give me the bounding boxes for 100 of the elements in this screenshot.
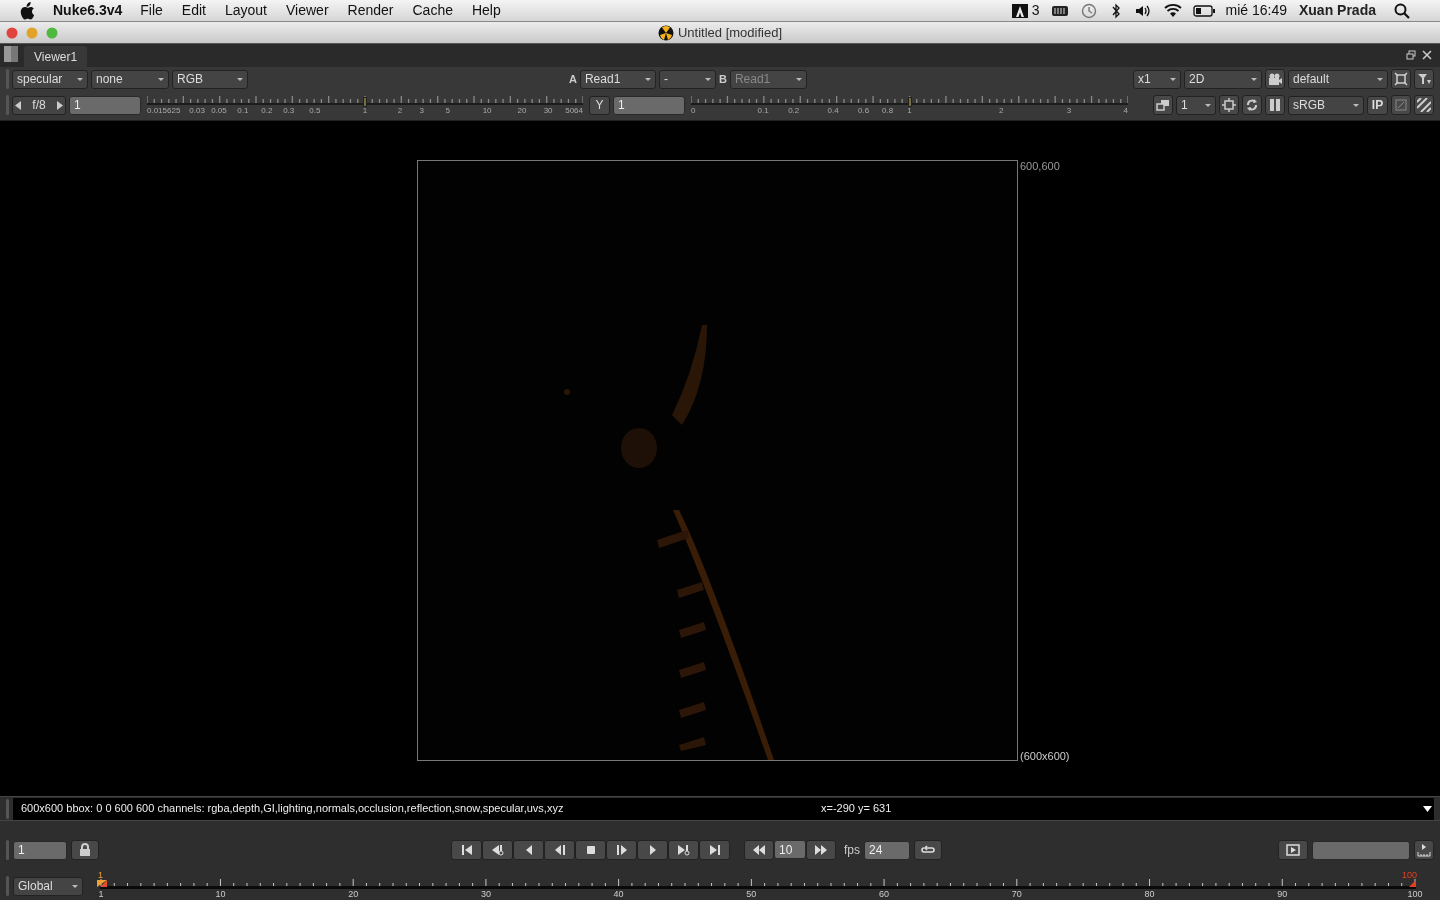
slider-handle[interactable] [363, 97, 367, 107]
apple-icon [18, 1, 35, 20]
tick-label: 5064 [565, 106, 583, 116]
stripes-icon[interactable] [1417, 98, 1431, 112]
increment-field[interactable]: 10 [774, 840, 806, 859]
tick-label: 0.2 [261, 106, 273, 116]
fast-forward-icon[interactable] [814, 843, 828, 857]
volume-icon[interactable] [1135, 3, 1152, 18]
slider-handle[interactable] [907, 97, 912, 107]
pause-icon[interactable] [1268, 98, 1282, 112]
display-channels-dropdown[interactable]: RGB [172, 69, 248, 89]
tick-label: 5 [445, 106, 451, 116]
overlay-icon[interactable] [1394, 98, 1408, 112]
camera-icon[interactable] [1268, 72, 1282, 86]
dropdown-arrow-icon[interactable] [1423, 805, 1432, 812]
tick-label: 10 [482, 106, 492, 116]
tick-label: 0.4 [827, 106, 839, 116]
user-name[interactable]: Xuan Prada [1298, 0, 1376, 21]
caret-icon [1205, 103, 1211, 107]
menu-item[interactable]: Viewer [286, 0, 329, 21]
flipbook-icon[interactable] [1286, 843, 1300, 857]
float-pane-icon[interactable] [1406, 50, 1416, 60]
caret-icon [1170, 77, 1176, 81]
frame-field[interactable]: 1 [13, 840, 67, 860]
zoom-dropdown[interactable]: x1 [1133, 69, 1181, 89]
menu-item[interactable]: Cache [412, 0, 453, 21]
caret-icon [644, 77, 651, 81]
gamma-slider[interactable]: 0 0.1 0.2 0.4 0.6 0.8 1 2 3 4 [691, 92, 1128, 118]
previous-keyframe-icon[interactable] [490, 843, 505, 857]
frame-number: 80 [1144, 888, 1155, 900]
refresh-icon[interactable] [1245, 98, 1259, 112]
tick-label: 0 [691, 106, 696, 116]
right-arrow-icon [57, 100, 63, 110]
tick-label: 4 [1123, 106, 1128, 116]
step-forward-icon[interactable] [614, 843, 629, 857]
viewer-tab[interactable]: Viewer1 [24, 46, 88, 67]
format-size-label: (600x600) [1020, 749, 1070, 764]
input-a-dropdown[interactable]: Read1 [579, 69, 656, 89]
gamma-field[interactable]: 1 [613, 95, 685, 115]
tick-label: 2 [999, 106, 1004, 116]
out-point-marker-label: 100 [1402, 870, 1418, 880]
fps-label: fps [844, 842, 860, 859]
timeline-ruler[interactable]: 1 10 20 30 40 50 60 70 80 90 100 1 100 [90, 870, 1430, 900]
gain-field[interactable]: 1 [69, 95, 141, 115]
bounding-box-icon[interactable] [1394, 72, 1408, 86]
tick-label: 3 [1066, 106, 1072, 116]
caret-icon [704, 77, 711, 81]
frame-number: 10 [215, 888, 226, 900]
f-stop-control[interactable]: f/8 [12, 95, 66, 115]
info-text: 600x600 bbox: 0 0 600 600 channels: rgba,depth,GI,lighting,normals,occlusion,reflection,snow,specular,uvs,xyz [20, 801, 565, 817]
lock-icon[interactable] [78, 843, 92, 857]
colorspace-dropdown[interactable]: sRGB [1288, 95, 1364, 115]
menu-item[interactable]: Layout [224, 0, 267, 21]
caret-icon [72, 884, 78, 888]
search-icon[interactable] [1394, 2, 1410, 19]
tick-label: 0.6 [858, 106, 870, 116]
in-point-marker-icon [97, 879, 107, 887]
last-frame-icon[interactable] [707, 843, 722, 857]
menu-item[interactable]: Edit [181, 0, 206, 21]
clock-text[interactable]: mié 16:49 [1225, 0, 1287, 21]
timeline-range-icon[interactable] [1417, 843, 1431, 857]
menu-item[interactable]: Render [347, 0, 394, 21]
gamma-button[interactable]: Y [589, 95, 610, 115]
frame-number: 1 [98, 888, 104, 900]
caret-icon [795, 77, 802, 81]
battery-meter-icon[interactable] [1051, 4, 1070, 17]
tick-label: 0.015625 [147, 106, 181, 116]
channels-dropdown[interactable]: specular [12, 69, 88, 89]
ip-button[interactable]: IP [1367, 95, 1388, 115]
frame-number: 70 [1011, 888, 1022, 900]
wifi-icon[interactable] [1163, 3, 1184, 18]
menu-item[interactable]: File [140, 0, 163, 21]
first-frame-icon[interactable] [459, 843, 474, 857]
menu-item[interactable]: Help [471, 0, 501, 21]
proxy-icon[interactable] [1156, 98, 1170, 112]
caret-icon [237, 77, 243, 81]
alpha-channel-dropdown[interactable]: none [91, 69, 169, 89]
tick-label: 0.2 [788, 106, 800, 116]
lut-dropdown[interactable]: default [1288, 69, 1388, 89]
downscale-dropdown[interactable]: 1 [1176, 95, 1216, 115]
roi-icon[interactable] [1222, 98, 1236, 112]
close-icon[interactable] [1422, 50, 1432, 60]
tick-label: 0.1 [757, 106, 769, 116]
flipbook-field[interactable] [1312, 840, 1410, 860]
view-mode-dropdown[interactable]: 2D [1184, 69, 1262, 89]
fps-field[interactable]: 24 [864, 840, 910, 860]
wipe-operation-dropdown[interactable]: - [658, 69, 716, 89]
in-point-marker-label: 1 [98, 870, 103, 880]
window-title: Untitled [modified] [677, 24, 783, 43]
bluetooth-icon[interactable] [1111, 2, 1122, 19]
clock-icon[interactable] [1081, 2, 1098, 19]
tick-label: 0.1 [237, 106, 249, 116]
gain-slider[interactable]: 0.015625 0.03 0.05 0.1 0.2 0.3 0.5 1 2 3 5 10 20 30 5064 [147, 92, 583, 118]
frame-range-dropdown[interactable]: Global [13, 876, 83, 896]
caret-icon [77, 77, 83, 81]
next-keyframe-icon[interactable] [676, 843, 691, 857]
battery-icon[interactable] [1193, 4, 1216, 17]
close-button[interactable] [6, 26, 18, 39]
rewind-icon[interactable] [752, 843, 766, 857]
app-name: Nuke6.3v4 [53, 1, 123, 20]
